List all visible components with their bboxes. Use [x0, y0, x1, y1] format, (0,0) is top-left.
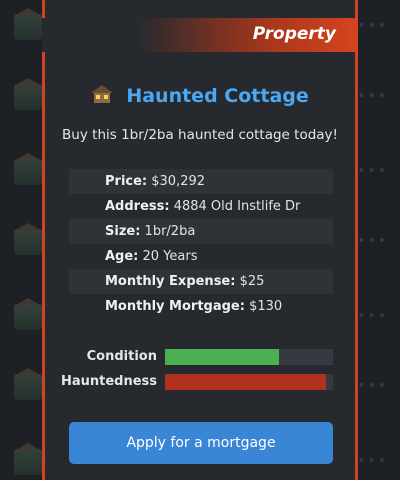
house-icon: [14, 368, 42, 400]
house-icon: [14, 443, 42, 475]
house-icon: [14, 8, 42, 40]
more-icon: •••: [357, 163, 388, 179]
apply-mortgage-button[interactable]: Apply for a mortgage: [69, 422, 333, 464]
meter-track: [165, 349, 333, 365]
more-icon: •••: [357, 378, 388, 394]
more-icon: •••: [357, 88, 388, 104]
house-icon: [14, 298, 42, 330]
detail-value: $30,292: [151, 174, 206, 189]
house-icon: [14, 78, 42, 110]
detail-row-price: Price: $30,292: [69, 169, 333, 194]
property-name: Haunted Cottage: [126, 85, 309, 107]
detail-key: Monthly Expense:: [105, 274, 236, 289]
property-details: Price: $30,292 Address: 4884 Old Instlif…: [69, 169, 333, 319]
property-description: Buy this 1br/2ba haunted cottage today!: [62, 127, 338, 143]
detail-row-size: Size: 1br/2ba: [69, 219, 333, 244]
modal-title: Property: [252, 24, 336, 44]
meter-label: Condition: [86, 349, 157, 364]
haunted-house-icon: [91, 85, 114, 103]
more-icon: •••: [357, 453, 388, 469]
detail-key: Address:: [105, 199, 170, 214]
property-modal: Property Haunted Cottage Buy this 1br/2b…: [42, 0, 358, 480]
more-icon: •••: [357, 308, 388, 324]
hauntedness-meter: Hauntedness: [45, 372, 355, 397]
meter-fill: [165, 349, 280, 365]
detail-key: Price:: [105, 174, 148, 189]
detail-row-monthly-mortgage: Monthly Mortgage: $130: [69, 294, 333, 319]
property-meters: Condition Hauntedness: [45, 347, 355, 397]
condition-meter: Condition: [45, 347, 355, 372]
detail-value: 20 Years: [142, 249, 198, 264]
meter-fill: [165, 374, 327, 390]
more-icon: •••: [357, 233, 388, 249]
detail-row-address: Address: 4884 Old Instlife Dr: [69, 194, 333, 219]
detail-key: Age:: [105, 249, 139, 264]
detail-key: Size:: [105, 224, 141, 239]
house-icon: [14, 223, 42, 255]
detail-row-monthly-expense: Monthly Expense: $25: [69, 269, 333, 294]
detail-key: Monthly Mortgage:: [105, 299, 245, 314]
detail-value: 1br/2ba: [144, 224, 196, 239]
detail-value: 4884 Old Instlife Dr: [173, 199, 301, 214]
screen: ••• ••• ••• ••• ••• ••• ••• Property Hau…: [0, 0, 400, 480]
detail-row-age: Age: 20 Years: [69, 244, 333, 269]
meter-track: [165, 374, 333, 390]
modal-header: Property: [42, 18, 358, 52]
more-icon: •••: [357, 18, 388, 34]
detail-value: $130: [249, 299, 283, 314]
property-heading: Haunted Cottage: [45, 85, 355, 113]
detail-value: $25: [239, 274, 265, 289]
house-icon: [14, 153, 42, 185]
meter-label: Hauntedness: [60, 374, 157, 389]
